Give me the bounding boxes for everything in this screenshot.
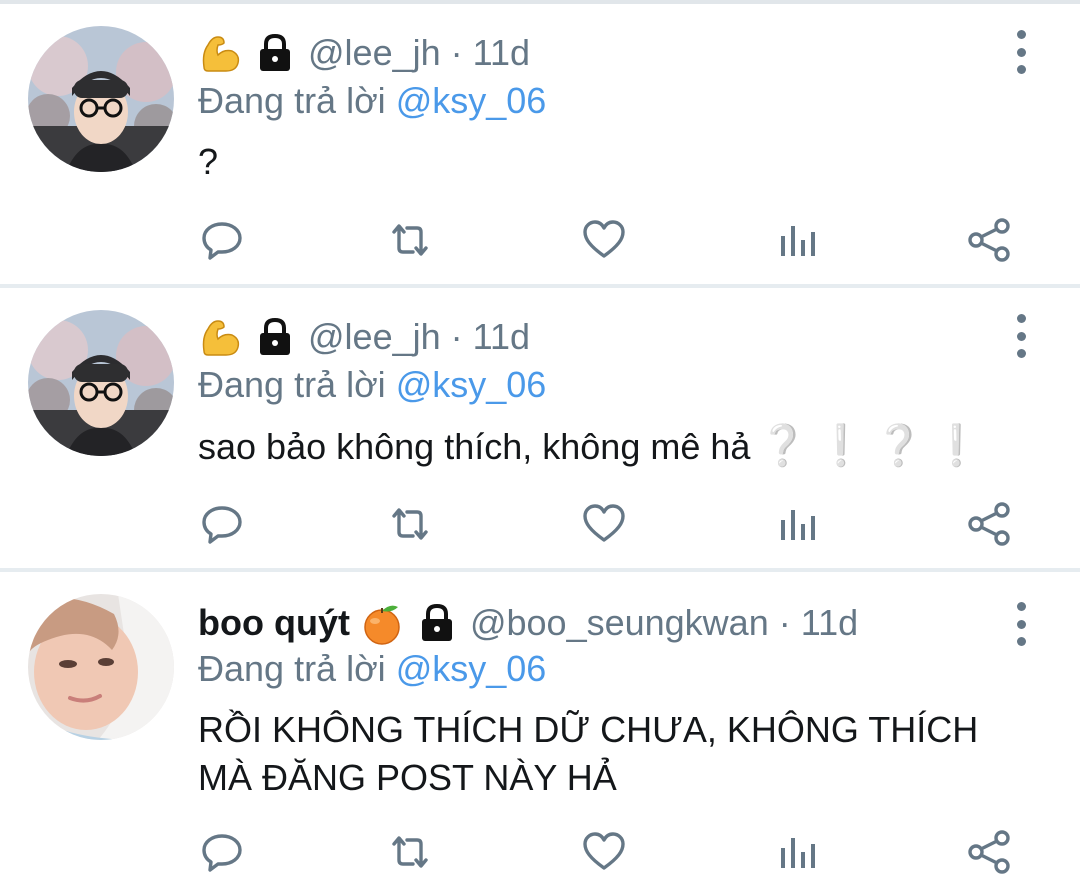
timestamp[interactable]: 11d [473,28,530,78]
separator-dot: · [450,316,463,357]
reply-icon[interactable] [198,216,246,264]
lock-icon [418,603,456,643]
share-icon[interactable] [966,828,1014,876]
reply-icon[interactable] [198,828,246,876]
more-options-icon[interactable] [1006,314,1036,358]
reply-mention-link[interactable]: @ksy_06 [396,648,547,689]
tweet[interactable]: boo quýt @boo_seungkwan · 11d Đang trả l… [0,572,1080,893]
flexed-biceps-icon [198,315,242,359]
retweet-icon[interactable] [386,500,434,548]
replying-to: Đang trả lời @ksy_06 [198,644,546,694]
separator-dot: · [778,602,791,643]
tweet-text: RỒI KHÔNG THÍCH DỮ CHƯA, KHÔNG THÍCH MÀ … [198,706,998,802]
reply-mention-link[interactable]: @ksy_06 [396,364,547,405]
display-name[interactable]: boo quýt [198,598,350,648]
white-question-mark-icon: ❔ [758,424,809,468]
tweet-text: ? [198,138,1018,186]
share-icon[interactable] [966,216,1014,264]
user-handle[interactable]: @lee_jh [308,312,441,362]
avatar[interactable] [28,594,174,740]
tweet-header: @lee_jh · 11d [198,312,530,362]
retweet-icon[interactable] [386,828,434,876]
like-icon[interactable] [580,828,628,876]
user-handle[interactable]: @lee_jh [308,28,441,78]
reply-prefix: Đang trả lời [198,364,396,405]
timestamp[interactable]: 11d [801,598,858,648]
lock-icon [256,317,294,357]
tweet-actions [0,828,1080,876]
share-icon[interactable] [966,500,1014,548]
retweet-icon[interactable] [386,216,434,264]
more-options-icon[interactable] [1006,602,1036,646]
tweet[interactable]: @lee_jh · 11d Đang trả lời @ksy_06 ? [0,0,1080,284]
replying-to: Đang trả lời @ksy_06 [198,360,546,410]
reply-mention-link[interactable]: @ksy_06 [396,80,547,121]
white-question-mark-icon: ❔ [874,424,924,468]
more-options-icon[interactable] [1006,30,1036,74]
lock-icon [256,33,294,73]
analytics-icon[interactable] [774,500,822,548]
reply-icon[interactable] [198,500,246,548]
separator-dot: · [450,32,463,73]
user-handle[interactable]: @boo_seungkwan [470,598,769,648]
tweet-header: boo quýt @boo_seungkwan · 11d [198,598,858,648]
timestamp[interactable]: 11d [473,312,530,362]
white-exclamation-mark-icon: ❕ [931,424,982,468]
analytics-icon[interactable] [774,828,822,876]
tweet-actions [0,500,1080,548]
white-exclamation-mark-icon: ❕ [816,424,867,468]
tweet-actions [0,216,1080,264]
reply-prefix: Đang trả lời [198,80,396,121]
replying-to: Đang trả lời @ksy_06 [198,76,546,126]
tweet-header: @lee_jh · 11d [198,28,530,78]
tweet-text-content: ? [198,141,219,182]
flexed-biceps-icon [198,31,242,75]
tweet-text-content: sao bảo không thích, không mê hả [198,426,751,467]
tweet[interactable]: @lee_jh · 11d Đang trả lời @ksy_06 sao b… [0,288,1080,568]
like-icon[interactable] [580,500,628,548]
analytics-icon[interactable] [774,216,822,264]
like-icon[interactable] [580,216,628,264]
tangerine-icon [360,601,404,645]
avatar[interactable] [28,26,174,172]
tweet-text-content: RỒI KHÔNG THÍCH DỮ CHƯA, KHÔNG THÍCH MÀ … [198,709,989,798]
tweet-text: sao bảo không thích, không mê hả ❔ ❕ ❔ ❕ [198,422,1018,471]
reply-prefix: Đang trả lời [198,648,396,689]
avatar[interactable] [28,310,174,456]
